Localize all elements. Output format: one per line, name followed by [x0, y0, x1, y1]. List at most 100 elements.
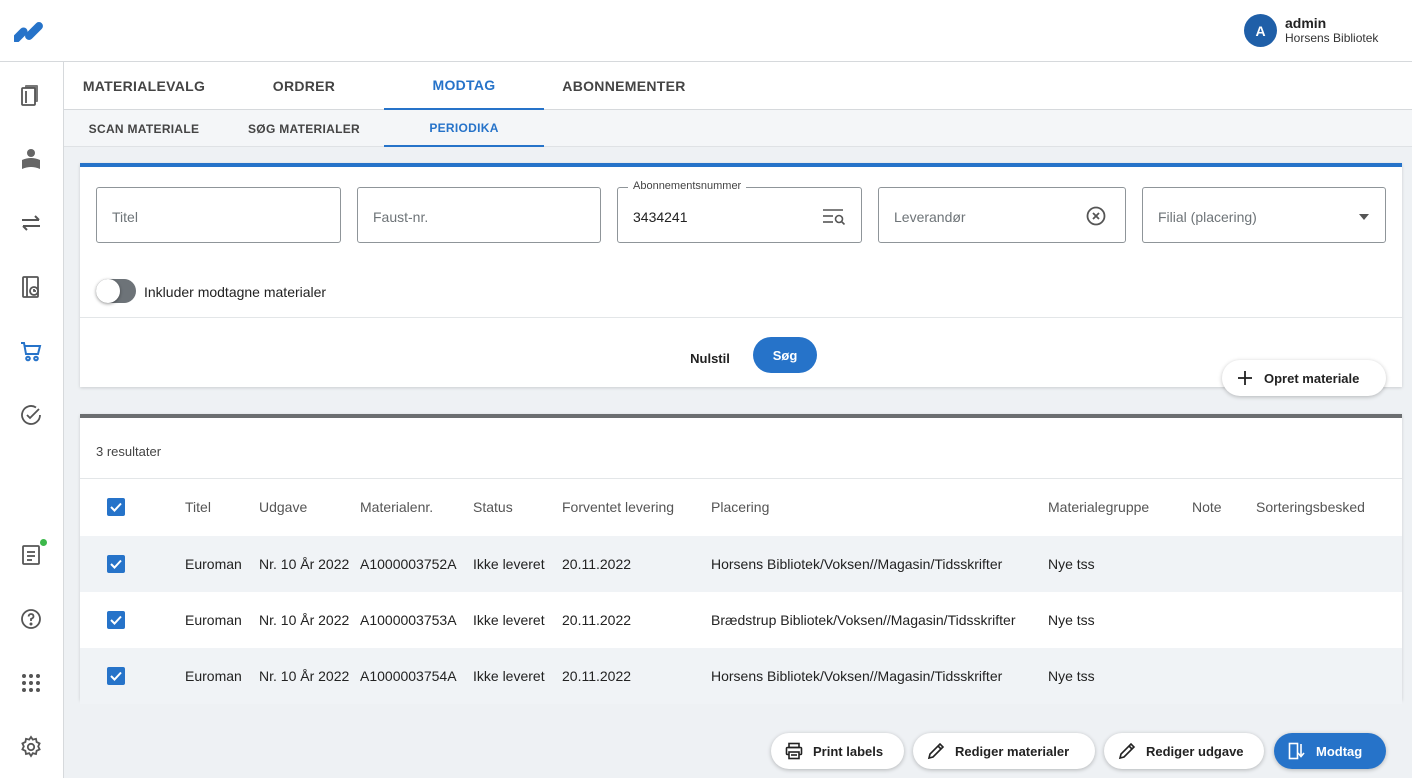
cell-placering: Horsens Bibliotek/Voksen//Magasin/Tidssk… [711, 668, 1003, 684]
abonnementsnummer-field[interactable]: Abonnementsnummer 3434241 [617, 180, 862, 243]
cell-materialenr: A1000003752A [360, 556, 457, 572]
cell-materialegruppe: Nye tss [1048, 668, 1095, 684]
create-material-label: Opret materiale [1264, 370, 1360, 386]
column-header-materialegruppe[interactable]: Materialegruppe [1048, 499, 1149, 515]
books-icon[interactable] [18, 82, 44, 108]
user-name: admin [1285, 15, 1327, 31]
include-received-label: Inkluder modtagne materialer [144, 284, 327, 300]
pencil-icon [1118, 742, 1136, 760]
results-panel: 3 resultater Titel Udgave Materialenr. S… [80, 414, 1402, 704]
report-icon[interactable] [18, 542, 44, 568]
leverandor-field[interactable]: Leverandør [878, 187, 1126, 243]
column-header-placering[interactable]: Placering [711, 499, 769, 515]
filter-panel: Titel Faust-nr. Abonnementsnummer 343424… [80, 163, 1402, 387]
reset-button[interactable]: Nulstil [680, 341, 740, 375]
help-icon[interactable] [18, 606, 44, 632]
abonnementsnummer-label: Abonnementsnummer [628, 180, 747, 192]
avatar: A [1244, 14, 1277, 47]
cart-icon[interactable] [18, 338, 44, 364]
column-header-udgave[interactable]: Udgave [259, 499, 307, 515]
cell-materialegruppe: Nye tss [1048, 612, 1095, 628]
cell-materialenr: A1000003754A [360, 668, 457, 684]
cell-placering: Horsens Bibliotek/Voksen//Magasin/Tidssk… [711, 556, 1003, 572]
row-checkbox[interactable] [107, 555, 125, 573]
leverandor-placeholder: Leverandør [894, 209, 966, 225]
create-material-button[interactable]: Opret materiale [1222, 360, 1386, 396]
check-circle-icon[interactable] [18, 402, 44, 428]
pencil-icon [927, 742, 945, 760]
cell-udgave: Nr. 10 År 2022 [259, 612, 350, 628]
table-header: Titel Udgave Materialenr. Status Forvent… [80, 479, 1402, 535]
plus-icon [1238, 371, 1252, 385]
top-bar: A admin Horsens Bibliotek [0, 0, 1412, 62]
apps-grid-icon[interactable] [18, 670, 44, 696]
receive-icon [1288, 742, 1305, 760]
cell-titel: Euroman [185, 556, 242, 572]
titel-field[interactable]: Titel [96, 187, 341, 243]
tab-ordrer[interactable]: ORDRER [224, 62, 384, 110]
cell-placering: Brædstrup Bibliotek/Voksen//Magasin/Tids… [711, 612, 1016, 628]
filial-placeholder: Filial (placering) [1158, 209, 1257, 225]
settings-icon[interactable] [18, 734, 44, 760]
reader-icon[interactable] [18, 146, 44, 172]
column-header-note[interactable]: Note [1192, 499, 1222, 515]
sub-tabs: SCAN MATERIALE SØG MATERIALER PERIODIKA [64, 110, 1412, 147]
notification-dot [40, 539, 47, 546]
faust-placeholder: Faust-nr. [373, 209, 429, 225]
loan-history-icon[interactable] [18, 274, 44, 300]
receive-label: Modtag [1316, 743, 1363, 759]
table-row[interactable]: Euroman Nr. 10 År 2022 A1000003752A Ikke… [80, 536, 1402, 592]
user-organization: Horsens Bibliotek [1285, 31, 1379, 45]
list-search-icon[interactable] [821, 206, 847, 226]
print-labels-button[interactable]: Print labels [771, 733, 904, 769]
column-header-sorteringsbesked[interactable]: Sorteringsbesked [1256, 499, 1365, 515]
faust-field[interactable]: Faust-nr. [357, 187, 601, 243]
cell-forventet-levering: 20.11.2022 [562, 668, 632, 684]
filial-select[interactable]: Filial (placering) [1142, 187, 1386, 243]
app-logo[interactable] [14, 20, 50, 42]
tab-materialevalg[interactable]: MATERIALEVALG [64, 62, 224, 110]
include-received-toggle[interactable] [96, 279, 136, 303]
edit-materials-button[interactable]: Rediger materialer [913, 733, 1095, 769]
row-checkbox[interactable] [107, 667, 125, 685]
receive-button[interactable]: Modtag [1274, 733, 1386, 769]
table-row[interactable]: Euroman Nr. 10 År 2022 A1000003754A Ikke… [80, 648, 1402, 704]
cell-forventet-levering: 20.11.2022 [562, 612, 632, 628]
print-labels-label: Print labels [813, 743, 884, 759]
column-header-forventet-levering[interactable]: Forventet levering [562, 499, 674, 515]
printer-icon [785, 742, 803, 760]
search-button[interactable]: Søg [753, 337, 817, 373]
transfer-icon[interactable] [18, 210, 44, 236]
edit-materials-label: Rediger materialer [955, 743, 1070, 759]
edit-issue-label: Rediger udgave [1146, 743, 1244, 759]
result-count: 3 resultater [96, 444, 162, 459]
chevron-down-icon [1359, 214, 1369, 220]
main-tabs: MATERIALEVALG ORDRER MODTAG ABONNEMENTER [64, 62, 1412, 110]
cell-status: Ikke leveret [473, 612, 545, 628]
cell-materialenr: A1000003753A [360, 612, 457, 628]
cell-forventet-levering: 20.11.2022 [562, 556, 632, 572]
cell-status: Ikke leveret [473, 556, 545, 572]
column-header-status[interactable]: Status [473, 499, 513, 515]
subtab-scan-materiale[interactable]: SCAN MATERIALE [64, 110, 224, 147]
column-header-titel[interactable]: Titel [185, 499, 211, 515]
cell-udgave: Nr. 10 År 2022 [259, 668, 350, 684]
tab-abonnementer[interactable]: ABONNEMENTER [544, 62, 704, 110]
cell-status: Ikke leveret [473, 668, 545, 684]
subtab-soeg-materialer[interactable]: SØG MATERIALER [224, 110, 384, 147]
table-row[interactable]: Euroman Nr. 10 År 2022 A1000003753A Ikke… [80, 592, 1402, 648]
row-checkbox[interactable] [107, 611, 125, 629]
abonnementsnummer-value: 3434241 [633, 209, 688, 225]
cell-materialegruppe: Nye tss [1048, 556, 1095, 572]
user-menu[interactable]: A admin Horsens Bibliotek [1244, 14, 1378, 47]
subtab-periodika[interactable]: PERIODIKA [384, 110, 544, 147]
titel-placeholder: Titel [112, 209, 138, 225]
toggle-knob [96, 279, 120, 303]
clear-icon[interactable] [1083, 206, 1109, 226]
column-header-materialenr[interactable]: Materialenr. [360, 499, 433, 515]
select-all-checkbox[interactable] [107, 498, 125, 516]
cell-titel: Euroman [185, 668, 242, 684]
edit-issue-button[interactable]: Rediger udgave [1104, 733, 1264, 769]
tab-modtag[interactable]: MODTAG [384, 62, 544, 110]
cell-udgave: Nr. 10 År 2022 [259, 556, 350, 572]
